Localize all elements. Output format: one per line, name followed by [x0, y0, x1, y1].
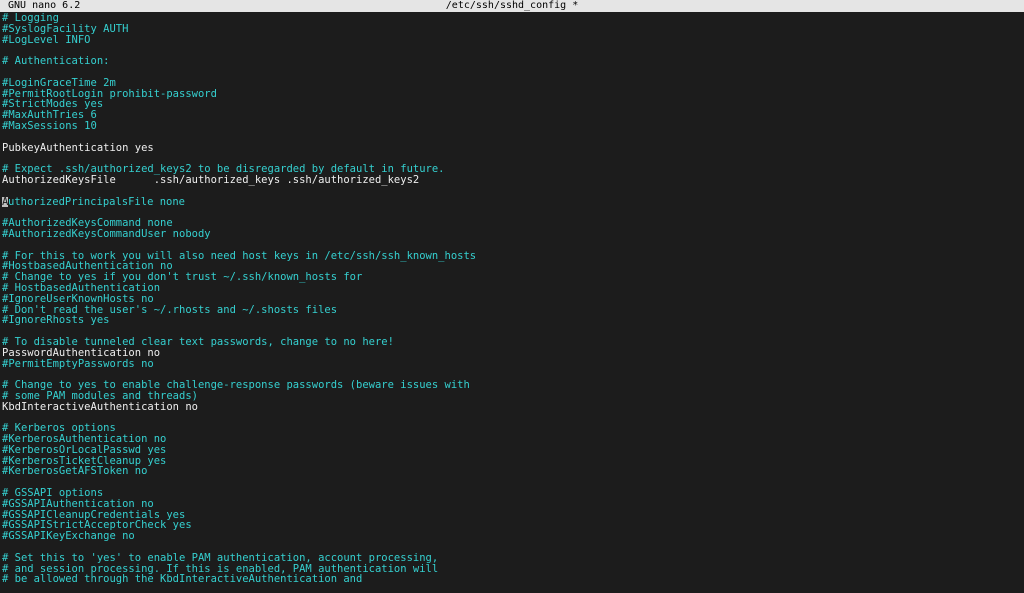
editor-line[interactable]: #SyslogFacility AUTH [2, 24, 1022, 35]
editor-text: #AuthorizedKeysCommandUser nobody [2, 228, 211, 240]
editor-text: AuthorizedKeysFile .ssh/authorized_keys … [2, 174, 419, 186]
editor-line[interactable]: AuthorizedKeysFile .ssh/authorized_keys … [2, 175, 1022, 186]
editor-text: #IgnoreRhosts yes [2, 314, 109, 326]
editor-line[interactable]: #MaxSessions 10 [2, 121, 1022, 132]
editor-line[interactable]: #PermitEmptyPasswords no [2, 359, 1022, 370]
nano-titlebar: GNU nano 6.2 /etc/ssh/sshd_config * [0, 0, 1024, 12]
editor-text: #MaxSessions 10 [2, 120, 97, 132]
editor-line[interactable]: # be allowed through the KbdInteractiveA… [2, 574, 1022, 585]
editor-line[interactable]: # Authentication: [2, 56, 1022, 67]
editor-line[interactable]: KbdInteractiveAuthentication no [2, 402, 1022, 413]
editor-line[interactable]: #MaxAuthTries 6 [2, 110, 1022, 121]
editor-line[interactable]: AuthorizedPrincipalsFile none [2, 197, 1022, 208]
editor-line[interactable]: #GSSAPIKeyExchange no [2, 531, 1022, 542]
editor-line[interactable]: #LogLevel INFO [2, 35, 1022, 46]
editor-text: PubkeyAuthentication yes [2, 142, 154, 154]
editor-line[interactable] [2, 132, 1022, 143]
nano-file-name: /etc/ssh/sshd_config * [446, 0, 578, 12]
editor-text: uthorizedPrincipalsFile none [8, 196, 185, 208]
editor-text: #PermitEmptyPasswords no [2, 358, 154, 370]
editor-line[interactable]: #GSSAPIStrictAcceptorCheck yes [2, 520, 1022, 531]
editor-line[interactable]: #AuthorizedKeysCommandUser nobody [2, 229, 1022, 240]
editor-line[interactable] [2, 45, 1022, 56]
editor-text: # be allowed through the KbdInteractiveA… [2, 573, 362, 585]
editor-line[interactable]: #KerberosTicketCleanup yes [2, 456, 1022, 467]
editor-text: #KerberosGetAFSToken no [2, 465, 147, 477]
editor-line[interactable]: # Don't read the user's ~/.rhosts and ~/… [2, 305, 1022, 316]
editor-line[interactable]: # Logging [2, 13, 1022, 24]
editor-line[interactable] [2, 412, 1022, 423]
editor-text: #GSSAPIKeyExchange no [2, 530, 135, 542]
editor-line[interactable] [2, 67, 1022, 78]
editor-line[interactable]: #PermitRootLogin prohibit-password [2, 89, 1022, 100]
editor-line[interactable]: #StrictModes yes [2, 99, 1022, 110]
editor-text: #LogLevel INFO [2, 34, 91, 46]
editor-line[interactable]: PasswordAuthentication no [2, 348, 1022, 359]
editor-line[interactable]: #IgnoreRhosts yes [2, 315, 1022, 326]
editor-text: KbdInteractiveAuthentication no [2, 401, 198, 413]
editor-viewport[interactable]: # Logging#SyslogFacility AUTH#LogLevel I… [0, 12, 1024, 593]
editor-text: # Authentication: [2, 55, 109, 67]
editor-line[interactable]: PubkeyAuthentication yes [2, 143, 1022, 154]
editor-line[interactable] [2, 477, 1022, 488]
editor-line[interactable]: # HostbasedAuthentication [2, 283, 1022, 294]
nano-app-name: GNU nano 6.2 [8, 0, 80, 12]
editor-line[interactable]: # GSSAPI options [2, 488, 1022, 499]
editor-line[interactable]: #KerberosGetAFSToken no [2, 466, 1022, 477]
